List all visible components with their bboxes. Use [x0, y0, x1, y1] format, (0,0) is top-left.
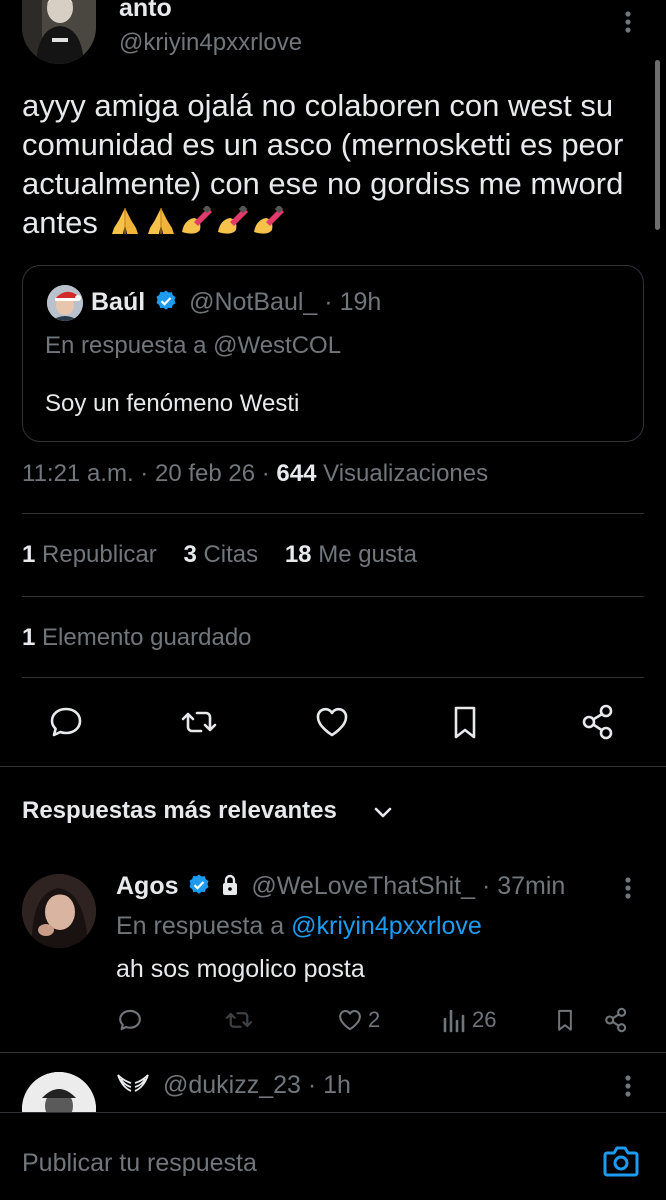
reply-composer: Publicar tu respuesta — [0, 1112, 666, 1200]
engagement-stats: 1 Republicar 3 Citas 18 Me gusta — [22, 541, 437, 569]
reply-text: ah sos mogolico posta — [116, 955, 365, 983]
more-options-icon[interactable] — [616, 1072, 640, 1100]
tweet-text: ayyy amiga ojalá no colaboren con west s… — [22, 86, 652, 242]
quotes-stat[interactable]: 3 Citas — [183, 541, 258, 568]
reply-icon — [119, 1009, 141, 1031]
reply-views-button[interactable]: 26 — [442, 1004, 496, 1036]
author-name[interactable]: anto — [119, 0, 172, 23]
separator-dot: · — [324, 288, 333, 316]
separator-dot: · — [140, 460, 149, 487]
divider — [22, 596, 644, 597]
divider — [22, 677, 644, 678]
share-button[interactable] — [578, 702, 618, 742]
reply-author-name[interactable]: Agos — [116, 872, 179, 900]
like-button[interactable] — [312, 702, 352, 742]
nail-polish-emoji — [180, 206, 214, 236]
heart-icon — [316, 707, 348, 737]
quote-author-avatar[interactable] — [47, 285, 83, 321]
reply-in-reply-handle[interactable]: @kriyin4pxxrlove — [291, 912, 482, 940]
scrollbar[interactable] — [655, 60, 660, 230]
bookmark-icon — [454, 706, 476, 739]
quote-author-handle[interactable]: @NotBaul_ — [189, 288, 317, 316]
reply-age: 37min — [497, 872, 566, 900]
folded-hands-emoji — [108, 206, 142, 236]
quotes-count: 3 — [183, 541, 197, 568]
tweet-time[interactable]: 11:21 a.m. — [22, 460, 134, 487]
separator-dot: · — [481, 872, 491, 900]
reply-in-reply-prefix: En respuesta a — [116, 912, 285, 940]
reposts-label: Republicar — [42, 541, 157, 568]
tweet-metadata: 11:21 a.m. · 20 feb 26 · 644 Visualizaci… — [22, 460, 488, 488]
heart-icon — [339, 1009, 361, 1031]
verified-badge-icon — [154, 289, 178, 313]
divider — [0, 766, 666, 767]
repost-icon — [181, 711, 217, 733]
share-icon — [605, 1007, 627, 1033]
chevron-down-icon[interactable] — [372, 802, 394, 824]
reply-header: Agos @WeLoveThatShit_ · 37min — [116, 872, 565, 901]
share-icon — [582, 704, 613, 740]
divider — [0, 1052, 666, 1053]
separator-dot: · — [307, 1071, 317, 1099]
views-icon — [443, 1009, 465, 1033]
bookmarks-stat[interactable]: 1 Elemento guardado — [22, 624, 252, 652]
quote-in-reply-prefix: En respuesta a — [45, 332, 207, 359]
reply-author-handle[interactable]: @dukizz_23 — [163, 1071, 301, 1099]
quote-in-reply-handle: @WestCOL — [213, 332, 342, 359]
reply-bookmark-button[interactable] — [552, 1004, 578, 1036]
quote-age: 19h — [339, 288, 382, 316]
separator-dot: · — [261, 460, 270, 487]
tweet-date[interactable]: 20 feb 26 — [155, 460, 255, 487]
bookmark-icon — [558, 1009, 572, 1031]
quote-in-reply-to: En respuesta a @WestCOL — [45, 332, 341, 360]
camera-icon[interactable] — [602, 1143, 640, 1179]
saved-count: 1 — [22, 624, 36, 651]
reply-header: @dukizz_23 · 1h — [116, 1071, 351, 1100]
nail-polish-emoji — [216, 206, 250, 236]
divider — [22, 513, 644, 514]
replies-sort-title[interactable]: Respuestas más relevantes — [22, 797, 337, 825]
reply-reply-button[interactable] — [116, 1004, 144, 1036]
likes-count: 18 — [284, 541, 312, 568]
reply-view-count: 26 — [472, 1007, 497, 1032]
likes-stat[interactable]: 18 Me gusta — [285, 541, 417, 568]
author-handle[interactable]: @kriyin4pxxrlove — [119, 29, 302, 57]
saved-label: Elemento guardado — [42, 624, 252, 651]
verified-badge-icon — [187, 873, 211, 897]
likes-label: Me gusta — [318, 541, 417, 568]
reply-age: 1h — [323, 1071, 351, 1099]
reply-share-button[interactable] — [602, 1004, 630, 1036]
quote-author-name[interactable]: Baúl — [91, 288, 145, 316]
reply-repost-button[interactable] — [224, 1004, 254, 1036]
wings-icon — [116, 1071, 150, 1095]
quotes-label: Citas — [203, 541, 259, 568]
reply-input[interactable]: Publicar tu respuesta — [22, 1149, 257, 1178]
reply-icon — [50, 707, 82, 737]
folded-hands-emoji — [144, 206, 178, 236]
reposts-count: 1 — [22, 541, 36, 568]
views-count: 644 — [276, 460, 317, 487]
reply-in-reply-to: En respuesta a @kriyin4pxxrlove — [116, 912, 482, 941]
repost-button[interactable] — [179, 702, 219, 742]
quoted-tweet-card[interactable]: Baúl @NotBaul_ · 19h En respuesta a @Wes… — [22, 265, 644, 442]
quote-header: Baúl @NotBaul_ · 19h — [91, 288, 381, 317]
more-options-icon[interactable] — [616, 874, 640, 902]
reply-like-button[interactable]: 2 — [336, 1004, 380, 1036]
nail-polish-emoji — [252, 206, 286, 236]
more-options-icon[interactable] — [616, 8, 640, 36]
reply-like-count: 2 — [368, 1007, 381, 1032]
bookmark-button[interactable] — [445, 702, 485, 742]
reply-button[interactable] — [46, 702, 86, 742]
lock-icon — [220, 874, 240, 896]
reposts-stat[interactable]: 1 Republicar — [22, 541, 157, 568]
repost-icon — [225, 1012, 253, 1028]
reply-author-handle[interactable]: @WeLoveThatShit_ — [251, 872, 475, 900]
author-avatar[interactable] — [22, 0, 96, 64]
views-label: Visualizaciones — [323, 460, 489, 487]
reply-avatar[interactable] — [22, 874, 96, 948]
quote-text: Soy un fenómeno Westi — [45, 390, 300, 417]
